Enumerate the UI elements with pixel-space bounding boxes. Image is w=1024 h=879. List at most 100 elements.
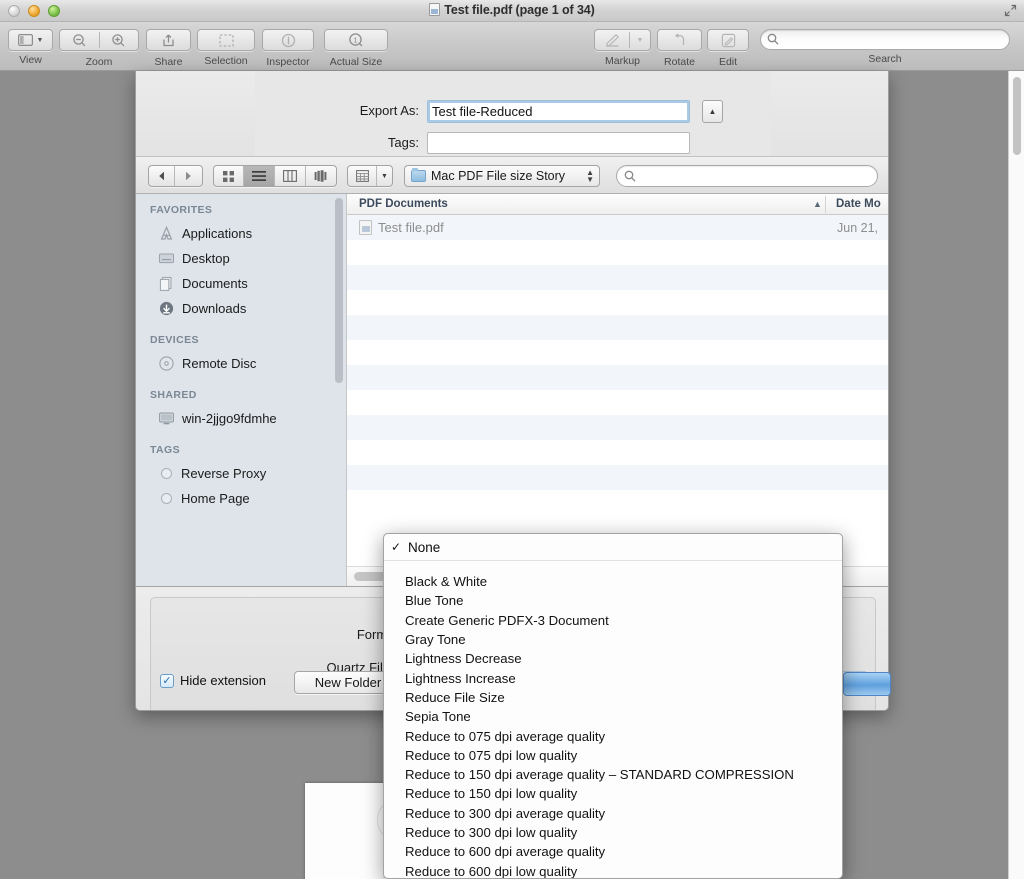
- sidebar-item-applications[interactable]: Applications: [136, 221, 346, 246]
- fullscreen-arrows-icon[interactable]: [1004, 4, 1017, 17]
- table-row[interactable]: Test file.pdf Jun 21,: [347, 215, 889, 240]
- back-forward-segment[interactable]: [148, 165, 203, 187]
- menu-item[interactable]: Reduce to 300 dpi low quality: [384, 823, 842, 842]
- shared-computer-icon: [158, 410, 175, 427]
- arrange-button[interactable]: ▼: [347, 165, 393, 187]
- view-button[interactable]: ▼: [8, 29, 53, 51]
- column-divider[interactable]: [825, 196, 826, 213]
- scrollbar-thumb[interactable]: [335, 198, 343, 383]
- menu-item[interactable]: Create Generic PDFX-3 Document: [384, 611, 842, 630]
- chevron-down-icon[interactable]: ▼: [630, 37, 650, 44]
- toolbar-item-markup[interactable]: ▼ Markup: [594, 29, 651, 67]
- menu-item-label: None: [408, 540, 440, 555]
- disclosure-up-icon[interactable]: ▲: [702, 100, 723, 123]
- actual-size-icon: 1: [348, 32, 364, 48]
- hide-extension-checkbox[interactable]: ✓ Hide extension: [160, 673, 266, 688]
- coverflow-view-icon[interactable]: [306, 166, 336, 186]
- search-input[interactable]: [783, 30, 1001, 49]
- sidebar-section-shared: SHARED: [136, 384, 346, 406]
- sidebar-item-label: win-2jjgo9fdmhe: [182, 411, 277, 426]
- menu-item[interactable]: Reduce to 075 dpi low quality: [384, 746, 842, 765]
- search-field[interactable]: [760, 29, 1010, 50]
- table-row-empty: [347, 390, 889, 415]
- sidebar-item-downloads[interactable]: Downloads: [136, 296, 346, 321]
- toolbar-item-zoom[interactable]: Zoom: [59, 29, 139, 68]
- edit-button[interactable]: [707, 29, 749, 51]
- menu-item[interactable]: Blue Tone: [384, 591, 842, 610]
- table-row-empty: [347, 415, 889, 440]
- sidebar-item-win-2jjgo9fdmhe[interactable]: win-2jjgo9fdmhe: [136, 406, 346, 431]
- sidebar-item-remote-disc[interactable]: Remote Disc: [136, 351, 346, 376]
- save-button-highlight[interactable]: [843, 672, 891, 696]
- list-view-icon[interactable]: [244, 166, 275, 186]
- window-title: Test file.pdf (page 1 of 34): [0, 3, 1024, 17]
- path-popup-button[interactable]: Mac PDF File size Story ▲▼: [404, 165, 600, 187]
- export-as-input[interactable]: [427, 100, 690, 123]
- tags-input[interactable]: [427, 132, 690, 154]
- table-row-empty: [347, 340, 889, 365]
- column-view-icon[interactable]: [275, 166, 306, 186]
- file-browser-search-input[interactable]: [641, 166, 869, 186]
- view-mode-segment[interactable]: [213, 165, 337, 187]
- toolbar-item-selection[interactable]: Selection: [197, 29, 255, 67]
- column-header-name[interactable]: PDF Documents: [359, 194, 448, 214]
- sidebar-item-label: Desktop: [182, 251, 230, 266]
- menu-item[interactable]: Lightness Increase: [384, 668, 842, 687]
- scrollbar-thumb[interactable]: [1013, 77, 1021, 155]
- markup-button[interactable]: ▼: [594, 29, 651, 51]
- table-row-empty: [347, 440, 889, 465]
- document-vertical-scrollbar[interactable]: [1008, 71, 1024, 879]
- file-browser-search-field[interactable]: [616, 165, 878, 187]
- menu-item[interactable]: Reduce to 600 dpi low quality: [384, 861, 842, 879]
- menu-spacer: [384, 561, 842, 572]
- table-row-empty: [347, 240, 889, 265]
- actual-size-button[interactable]: 1: [324, 29, 388, 51]
- file-browser: FAVORITES Applications Desktop: [136, 194, 889, 586]
- toolbar-label-search: Search: [760, 53, 1010, 65]
- sidebar-item-reverse-proxy[interactable]: Reverse Proxy: [136, 461, 346, 486]
- window-title-text: Test file.pdf (page 1 of 34): [444, 3, 594, 17]
- back-button[interactable]: [149, 166, 175, 186]
- zoom-out-icon[interactable]: [61, 33, 99, 48]
- menu-item[interactable]: Sepia Tone: [384, 707, 842, 726]
- file-browser-navbar: ▼ Mac PDF File size Story ▲▼: [136, 156, 889, 194]
- forward-button[interactable]: [175, 166, 201, 186]
- menu-item[interactable]: Black & White: [384, 572, 842, 591]
- file-browser-sidebar[interactable]: FAVORITES Applications Desktop: [136, 194, 346, 586]
- menu-item[interactable]: Reduce to 300 dpi average quality: [384, 804, 842, 823]
- zoom-button[interactable]: [59, 29, 139, 51]
- path-popup-label: Mac PDF File size Story: [431, 169, 565, 183]
- share-button[interactable]: [146, 29, 191, 51]
- sidebar-item-desktop[interactable]: Desktop: [136, 246, 346, 271]
- sidebar-section-devices: DEVICES: [136, 329, 346, 351]
- export-as-label: Export As:: [255, 100, 419, 122]
- menu-item[interactable]: Gray Tone: [384, 630, 842, 649]
- toolbar-item-inspector[interactable]: Inspector: [262, 29, 314, 68]
- menu-item[interactable]: Reduce to 075 dpi average quality: [384, 726, 842, 745]
- toolbar-item-edit[interactable]: Edit: [707, 29, 749, 68]
- sidebar-item-documents[interactable]: Documents: [136, 271, 346, 296]
- menu-item-selected[interactable]: ✓ None: [384, 534, 842, 561]
- menu-item[interactable]: Reduce to 150 dpi low quality: [384, 784, 842, 803]
- column-header-date-modified[interactable]: Date Mo: [836, 194, 881, 214]
- menu-item[interactable]: Reduce File Size: [384, 688, 842, 707]
- menu-item[interactable]: Lightness Decrease: [384, 649, 842, 668]
- share-arrow-icon: [161, 33, 176, 48]
- zoom-in-icon[interactable]: [100, 33, 138, 48]
- file-list: PDF Documents ▲ Date Mo Test file.pdf Ju…: [346, 194, 889, 586]
- toolbar-item-actual-size[interactable]: 1 Actual Size: [324, 29, 388, 68]
- menu-item[interactable]: Reduce to 600 dpi average quality: [384, 842, 842, 861]
- toolbar-item-view[interactable]: ▼ View: [8, 29, 53, 66]
- sidebar-item-home-page[interactable]: Home Page: [136, 486, 346, 511]
- sidebar-item-label: Documents: [182, 276, 248, 291]
- menu-item[interactable]: Reduce to 150 dpi average quality – STAN…: [384, 765, 842, 784]
- quartz-filter-dropdown-menu[interactable]: ✓ None Black & White Blue Tone Create Ge…: [383, 533, 843, 879]
- icon-view-icon[interactable]: [214, 166, 244, 186]
- inspector-button[interactable]: [262, 29, 314, 51]
- checkmark-icon: ✓: [160, 674, 174, 688]
- table-row-empty: [347, 490, 889, 515]
- selection-button[interactable]: [197, 29, 255, 51]
- rotate-button[interactable]: [657, 29, 702, 51]
- toolbar-item-share[interactable]: Share: [146, 29, 191, 68]
- toolbar-item-rotate[interactable]: Rotate: [657, 29, 702, 68]
